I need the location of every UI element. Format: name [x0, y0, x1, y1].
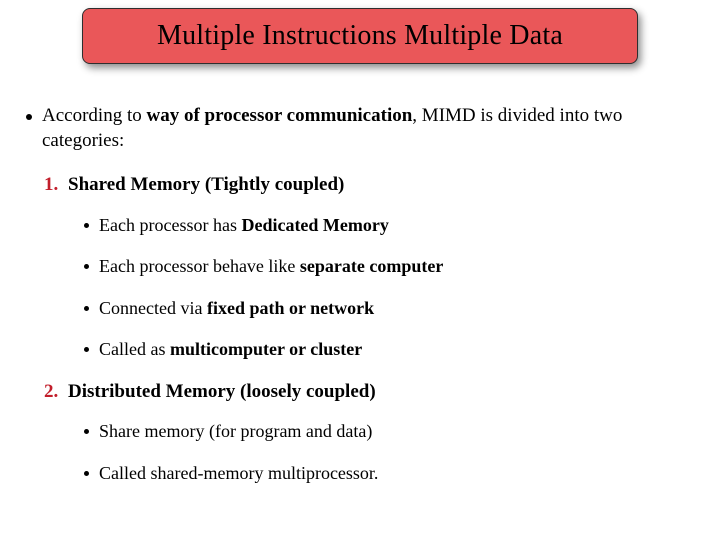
- sub-bullet-row: Connected via fixed path or network: [84, 297, 694, 320]
- title-plate: Multiple Instructions Multiple Data: [82, 8, 638, 64]
- bullet-icon: [84, 223, 89, 228]
- sub-text: Each processor behave like separate comp…: [99, 255, 443, 278]
- bullet-icon: [26, 114, 32, 120]
- intro-bullet: According to way of processor communicat…: [26, 104, 694, 153]
- sub-bullet-row: Called shared-memory multiprocessor.: [84, 462, 694, 485]
- sub-bold: separate computer: [300, 256, 443, 276]
- sub-bullet-row: Share memory (for program and data): [84, 420, 694, 443]
- sub-pre: Each processor has: [99, 215, 241, 235]
- numbered-item-2: 2. Distributed Memory (loosely coupled): [44, 380, 694, 405]
- sub-bold: multicomputer or cluster: [170, 339, 362, 359]
- intro-text: According to way of processor communicat…: [42, 104, 694, 153]
- slide-body: According to way of processor communicat…: [26, 104, 694, 485]
- sub-bullet-row: Each processor behave like separate comp…: [84, 255, 694, 278]
- sub-pre: Called shared-memory multiprocessor.: [99, 463, 378, 483]
- intro-prefix: According to: [42, 105, 146, 126]
- bullet-icon: [84, 264, 89, 269]
- sub-text: Called as multicomputer or cluster: [99, 338, 362, 361]
- sub-text: Share memory (for program and data): [99, 420, 372, 443]
- bullet-icon: [84, 429, 89, 434]
- numbered-label: Shared Memory (Tightly coupled): [68, 173, 344, 198]
- bullet-icon: [84, 347, 89, 352]
- sublist-1: Each processor has Dedicated Memory Each…: [84, 214, 694, 362]
- slide: Multiple Instructions Multiple Data Acco…: [0, 0, 720, 540]
- sub-pre: Called as: [99, 339, 170, 359]
- bullet-icon: [84, 306, 89, 311]
- sub-text: Connected via fixed path or network: [99, 297, 374, 320]
- sublist-2: Share memory (for program and data) Call…: [84, 420, 694, 485]
- sub-pre: Each processor behave like: [99, 256, 300, 276]
- sub-pre: Connected via: [99, 298, 207, 318]
- sub-bold: Dedicated Memory: [241, 215, 388, 235]
- slide-title: Multiple Instructions Multiple Data: [157, 20, 563, 52]
- sub-bullet-row: Called as multicomputer or cluster: [84, 338, 694, 361]
- sub-pre: Share memory (for program and data): [99, 421, 372, 441]
- numbered-label: Distributed Memory (loosely coupled): [68, 380, 376, 405]
- sub-text: Each processor has Dedicated Memory: [99, 214, 389, 237]
- number-marker: 2.: [44, 380, 68, 405]
- number-marker: 1.: [44, 173, 68, 198]
- sub-text: Called shared-memory multiprocessor.: [99, 462, 378, 485]
- sub-bullet-row: Each processor has Dedicated Memory: [84, 214, 694, 237]
- numbered-item-1: 1. Shared Memory (Tightly coupled): [44, 173, 694, 198]
- sub-bold: fixed path or network: [207, 298, 374, 318]
- intro-bold: way of processor communication: [146, 105, 412, 126]
- bullet-icon: [84, 471, 89, 476]
